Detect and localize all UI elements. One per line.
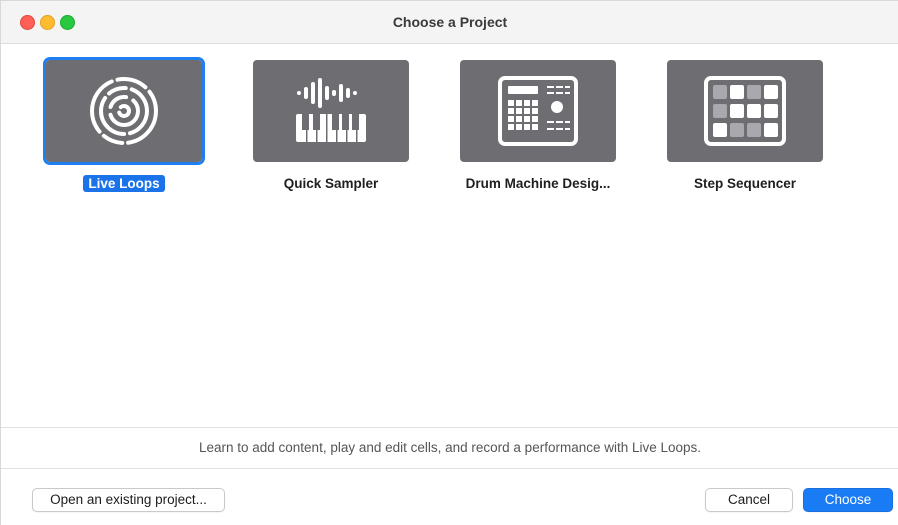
project-thumbnail[interactable]	[43, 57, 205, 165]
project-tile-quick-sampler[interactable]: Quick Sampler	[253, 60, 409, 193]
live-loops-icon	[90, 77, 158, 145]
project-label[interactable]: Live Loops	[83, 175, 165, 192]
choose-button[interactable]: Choose	[803, 488, 893, 512]
project-thumbnail[interactable]	[253, 60, 409, 162]
window-title: Choose a Project	[392, 14, 508, 30]
project-tile-drum-machine-designer[interactable]: Drum Machine Desig...	[460, 60, 616, 193]
project-description: Learn to add content, play and edit cell…	[198, 440, 702, 455]
project-thumbnail[interactable]	[667, 60, 823, 162]
project-label[interactable]: Drum Machine Desig...	[461, 175, 616, 192]
project-label[interactable]: Step Sequencer	[689, 175, 801, 192]
project-thumbnail[interactable]	[460, 60, 616, 162]
project-tile-step-sequencer[interactable]: Step Sequencer	[667, 60, 823, 193]
project-template-grid: Live Loops Quick Sampler Drum Machine De…	[1, 44, 898, 426]
step-sequencer-icon	[704, 76, 786, 146]
choose-project-window: Choose a Project Live Loops Quick Sample…	[0, 0, 898, 525]
open-existing-project-button[interactable]: Open an existing project...	[32, 488, 225, 512]
project-label[interactable]: Quick Sampler	[279, 175, 384, 192]
project-tile-live-loops[interactable]: Live Loops	[43, 57, 205, 193]
drum-machine-icon	[498, 76, 578, 146]
quick-sampler-icon	[296, 78, 366, 142]
title-bar: Choose a Project	[1, 1, 898, 44]
cancel-button[interactable]: Cancel	[705, 488, 793, 512]
divider	[1, 468, 898, 469]
